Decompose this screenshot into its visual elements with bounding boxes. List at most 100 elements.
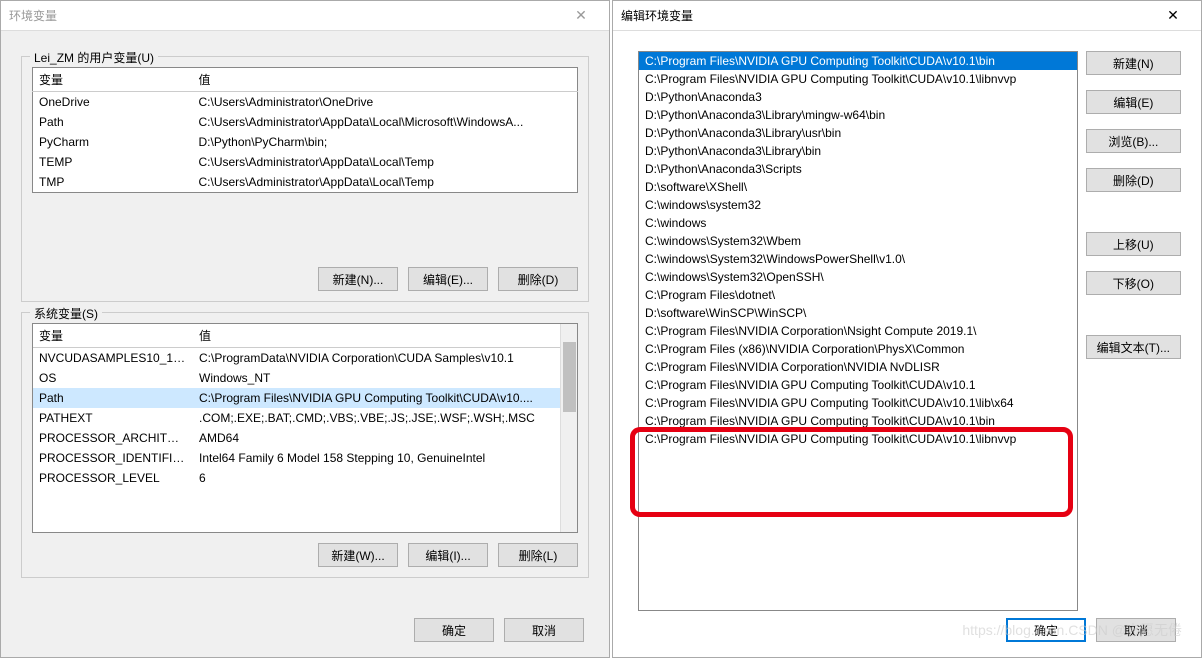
table-row[interactable]: NVCUDASAMPLES10_1_R...C:\ProgramData\NVI… [33, 348, 577, 369]
delete-path-button[interactable]: 删除(D) [1086, 168, 1181, 192]
edit-path-button[interactable]: 编辑(E) [1086, 90, 1181, 114]
system-vars-label: 系统变量(S) [30, 305, 102, 322]
path-item[interactable]: C:\Program Files\dotnet\ [639, 286, 1077, 304]
user-vars-buttons: 新建(N)... 编辑(E)... 删除(D) [32, 267, 578, 291]
table-row[interactable]: PROCESSOR_LEVEL6 [33, 468, 577, 488]
right-side-buttons: 新建(N) 编辑(E) 浏览(B)... 删除(D) 上移(U) 下移(O) 编… [1086, 51, 1181, 359]
path-item[interactable]: D:\Python\Anaconda3\Library\mingw-w64\bi… [639, 106, 1077, 124]
var-value: C:\Users\Administrator\AppData\Local\Mic… [193, 112, 578, 132]
path-item[interactable]: C:\Program Files\NVIDIA Corporation\NVID… [639, 358, 1077, 376]
system-vars-table[interactable]: 变量 值 NVCUDASAMPLES10_1_R...C:\ProgramDat… [33, 324, 577, 488]
edit-sys-var-button[interactable]: 编辑(I)... [408, 543, 488, 567]
new-path-button[interactable]: 新建(N) [1086, 51, 1181, 75]
new-user-var-button[interactable]: 新建(N)... [318, 267, 398, 291]
titlebar: 环境变量 ✕ [1, 1, 609, 31]
path-list[interactable]: C:\Program Files\NVIDIA GPU Computing To… [638, 51, 1078, 611]
var-name: OS [33, 368, 193, 388]
path-item[interactable]: D:\Python\Anaconda3\Library\usr\bin [639, 124, 1077, 142]
system-vars-group: 系统变量(S) 变量 值 NVCUDASAMPLES10_1_R...C:\Pr… [21, 312, 589, 578]
path-item[interactable]: D:\Python\Anaconda3 [639, 88, 1077, 106]
path-item[interactable]: C:\windows\System32\Wbem [639, 232, 1077, 250]
table-row[interactable]: PyCharmD:\Python\PyCharm\bin; [33, 132, 578, 152]
path-item[interactable]: C:\windows\system32 [639, 196, 1077, 214]
move-up-button[interactable]: 上移(U) [1086, 232, 1181, 256]
var-name: TEMP [33, 152, 193, 172]
path-item[interactable]: C:\Program Files\NVIDIA GPU Computing To… [639, 394, 1077, 412]
path-item[interactable]: D:\Python\Anaconda3\Scripts [639, 160, 1077, 178]
path-item[interactable]: C:\Program Files\NVIDIA GPU Computing To… [639, 376, 1077, 394]
path-item[interactable]: C:\windows\System32\OpenSSH\ [639, 268, 1077, 286]
var-name: PROCESSOR_IDENTIFIER [33, 448, 193, 468]
path-item[interactable]: C:\Program Files\NVIDIA GPU Computing To… [639, 70, 1077, 88]
table-row[interactable]: PathC:\Users\Administrator\AppData\Local… [33, 112, 578, 132]
ok-button[interactable]: 确定 [1006, 618, 1086, 642]
table-row[interactable]: TMPC:\Users\Administrator\AppData\Local\… [33, 172, 578, 193]
edit-text-button[interactable]: 编辑文本(T)... [1086, 335, 1181, 359]
table-row[interactable]: PathC:\Program Files\NVIDIA GPU Computin… [33, 388, 577, 408]
var-value: Windows_NT [193, 368, 577, 388]
left-bottom-buttons: 确定 取消 [414, 618, 584, 642]
var-value: C:\Users\Administrator\AppData\Local\Tem… [193, 152, 578, 172]
edit-env-var-dialog: 编辑环境变量 ✕ C:\Program Files\NVIDIA GPU Com… [612, 0, 1202, 658]
path-item[interactable]: C:\Program Files\NVIDIA GPU Computing To… [639, 412, 1077, 430]
var-value: C:\Users\Administrator\AppData\Local\Tem… [193, 172, 578, 193]
path-item[interactable]: D:\software\WinSCP\WinSCP\ [639, 304, 1077, 322]
var-value: C:\ProgramData\NVIDIA Corporation\CUDA S… [193, 348, 577, 369]
cancel-button[interactable]: 取消 [1096, 618, 1176, 642]
edit-user-var-button[interactable]: 编辑(E)... [408, 267, 488, 291]
var-value: AMD64 [193, 428, 577, 448]
new-sys-var-button[interactable]: 新建(W)... [318, 543, 398, 567]
table-row[interactable]: TEMPC:\Users\Administrator\AppData\Local… [33, 152, 578, 172]
user-vars-group: Lei_ZM 的用户变量(U) 变量 值 OneDriveC:\Users\Ad… [21, 56, 589, 302]
scrollbar[interactable] [560, 324, 577, 532]
ok-button[interactable]: 确定 [414, 618, 494, 642]
move-down-button[interactable]: 下移(O) [1086, 271, 1181, 295]
user-vars-label: Lei_ZM 的用户变量(U) [30, 49, 158, 66]
delete-user-var-button[interactable]: 删除(D) [498, 267, 578, 291]
dialog-title: 编辑环境变量 [621, 7, 693, 24]
path-item[interactable]: C:\windows\System32\WindowsPowerShell\v1… [639, 250, 1077, 268]
path-item[interactable]: C:\Program Files\NVIDIA GPU Computing To… [639, 430, 1077, 448]
close-icon[interactable]: ✕ [1153, 2, 1193, 30]
table-row[interactable]: PROCESSOR_ARCHITECT...AMD64 [33, 428, 577, 448]
var-value: 6 [193, 468, 577, 488]
var-name: OneDrive [33, 92, 193, 113]
right-bottom-buttons: 确定 取消 [1006, 618, 1176, 642]
col-header-var[interactable]: 变量 [33, 68, 193, 92]
var-value: .COM;.EXE;.BAT;.CMD;.VBS;.VBE;.JS;.JSE;.… [193, 408, 577, 428]
var-name: PROCESSOR_ARCHITECT... [33, 428, 193, 448]
var-value: C:\Program Files\NVIDIA GPU Computing To… [193, 388, 577, 408]
var-name: PATHEXT [33, 408, 193, 428]
dialog-title: 环境变量 [9, 7, 57, 24]
col-header-val[interactable]: 值 [193, 68, 578, 92]
table-row[interactable]: OneDriveC:\Users\Administrator\OneDrive [33, 92, 578, 113]
path-item[interactable]: D:\software\XShell\ [639, 178, 1077, 196]
var-name: Path [33, 388, 193, 408]
col-header-var[interactable]: 变量 [33, 324, 193, 348]
var-value: C:\Users\Administrator\OneDrive [193, 92, 578, 113]
system-vars-buttons: 新建(W)... 编辑(I)... 删除(L) [32, 543, 578, 567]
env-vars-dialog: 环境变量 ✕ Lei_ZM 的用户变量(U) 变量 值 OneDriveC:\U… [0, 0, 610, 658]
cancel-button[interactable]: 取消 [504, 618, 584, 642]
scrollbar-thumb[interactable] [563, 342, 576, 412]
var-name: Path [33, 112, 193, 132]
var-value: D:\Python\PyCharm\bin; [193, 132, 578, 152]
var-value: Intel64 Family 6 Model 158 Stepping 10, … [193, 448, 577, 468]
var-name: NVCUDASAMPLES10_1_R... [33, 348, 193, 369]
table-row[interactable]: OSWindows_NT [33, 368, 577, 388]
path-item[interactable]: D:\Python\Anaconda3\Library\bin [639, 142, 1077, 160]
path-item[interactable]: C:\windows [639, 214, 1077, 232]
browse-path-button[interactable]: 浏览(B)... [1086, 129, 1181, 153]
table-row[interactable]: PROCESSOR_IDENTIFIERIntel64 Family 6 Mod… [33, 448, 577, 468]
var-name: PROCESSOR_LEVEL [33, 468, 193, 488]
table-row[interactable]: PATHEXT.COM;.EXE;.BAT;.CMD;.VBS;.VBE;.JS… [33, 408, 577, 428]
system-vars-table-wrap: 变量 值 NVCUDASAMPLES10_1_R...C:\ProgramDat… [32, 323, 578, 533]
path-item[interactable]: C:\Program Files (x86)\NVIDIA Corporatio… [639, 340, 1077, 358]
close-icon[interactable]: ✕ [561, 2, 601, 30]
delete-sys-var-button[interactable]: 删除(L) [498, 543, 578, 567]
user-vars-table-wrap: 变量 值 OneDriveC:\Users\Administrator\OneD… [32, 67, 578, 257]
col-header-val[interactable]: 值 [193, 324, 577, 348]
path-item[interactable]: C:\Program Files\NVIDIA GPU Computing To… [639, 52, 1077, 70]
user-vars-table[interactable]: 变量 值 OneDriveC:\Users\Administrator\OneD… [32, 67, 578, 193]
path-item[interactable]: C:\Program Files\NVIDIA Corporation\Nsig… [639, 322, 1077, 340]
